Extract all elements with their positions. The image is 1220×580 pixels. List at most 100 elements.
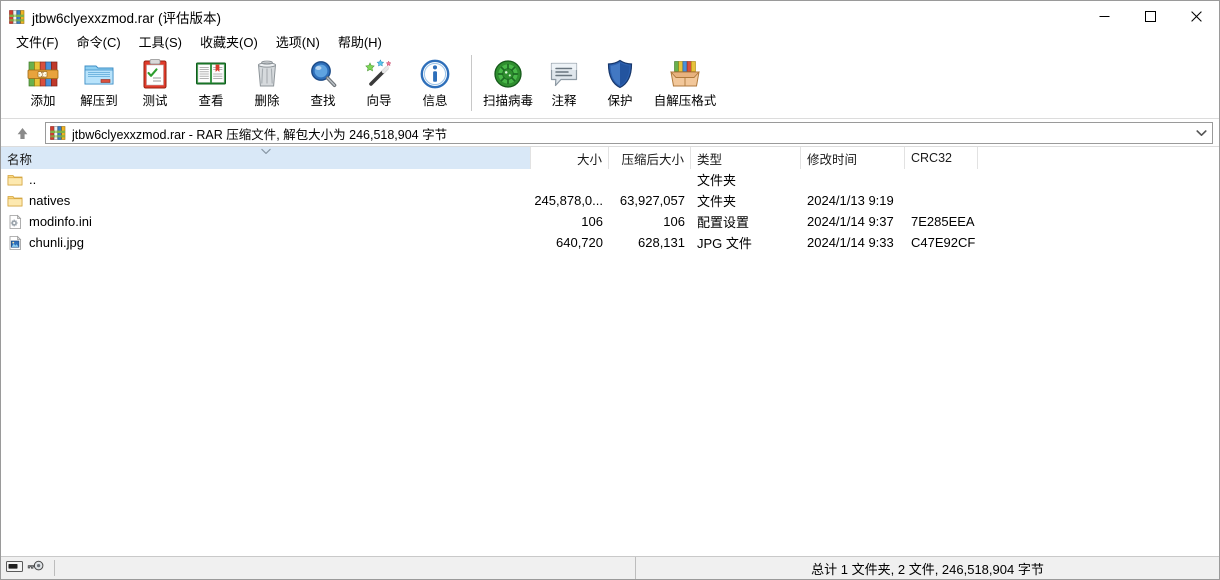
cell-modified: 2024/1/14 9:37	[807, 214, 894, 229]
column-header-name[interactable]: 名称	[1, 147, 531, 169]
toolbar-button-add[interactable]: ·∑· 添加	[15, 53, 71, 115]
table-row[interactable]: chunli.jpg 640,720 628,131 JPG 文件 2024/1…	[1, 232, 1219, 253]
status-summary-text: 总计 1 文件夹, 2 文件, 246,518,904 字节	[811, 561, 1044, 577]
status-bar: 总计 1 文件夹, 2 文件, 246,518,904 字节	[1, 556, 1219, 579]
comment-icon	[547, 57, 581, 91]
up-arrow-icon	[17, 127, 27, 139]
column-header-packed-size[interactable]: 压缩后大小	[609, 147, 691, 169]
toolbar-button-protect[interactable]: 保护	[592, 53, 648, 115]
status-icons	[1, 559, 55, 577]
toolbar-label-find: 查找	[310, 94, 336, 108]
up-one-level-button[interactable]	[9, 121, 35, 145]
cell-type: 配置设置	[697, 215, 750, 230]
winrar-window: jtbw6clyexxzmod.rar (评估版本) 文件(F) 命令(C) 工…	[0, 0, 1220, 580]
cell-modified: 2024/1/13 9:19	[807, 193, 894, 208]
toolbar-label-info: 信息	[422, 94, 448, 108]
cell-size: 245,878,0...	[534, 193, 603, 208]
toolbar-button-info[interactable]: 信息	[407, 53, 463, 115]
title-bar: jtbw6clyexxzmod.rar (评估版本)	[1, 1, 1219, 32]
toolbar-label-wizard: 向导	[366, 94, 392, 108]
menu-commands[interactable]: 命令(C)	[68, 33, 130, 53]
menu-favorites[interactable]: 收藏夹(O)	[191, 33, 267, 53]
cell-name: chunli.jpg	[1, 235, 531, 251]
protect-shield-icon	[603, 57, 637, 91]
toolbar-label-comment: 注释	[551, 94, 577, 108]
winrar-books-icon	[50, 125, 66, 141]
disk-status-icon[interactable]	[6, 560, 23, 576]
toolbar-label-test: 测试	[142, 94, 168, 108]
find-magnifier-icon	[306, 57, 340, 91]
folder-icon	[7, 172, 23, 188]
file-list: 名称 大小 压缩后大小 类型 修改时间 CRC32 .. 文件夹 natives…	[1, 147, 1219, 556]
menu-help[interactable]: 帮助(H)	[329, 33, 391, 53]
cell-size: 106	[581, 214, 603, 229]
info-icon	[418, 57, 452, 91]
table-row[interactable]: natives 245,878,0... 63,927,057 文件夹 2024…	[1, 190, 1219, 211]
toolbar-button-extract-to[interactable]: 解压到	[71, 53, 127, 115]
toolbar-separator	[471, 55, 472, 111]
toolbar-button-virus-scan[interactable]: 扫描病毒	[480, 53, 536, 115]
cell-name-text: natives	[29, 193, 71, 208]
toolbar-label-delete: 删除	[254, 94, 280, 108]
toolbar-button-find[interactable]: 查找	[295, 53, 351, 115]
column-header-name-label: 名称	[7, 152, 33, 167]
maximize-icon	[1144, 11, 1156, 22]
view-book-icon	[194, 57, 228, 91]
menu-file[interactable]: 文件(F)	[7, 33, 68, 53]
address-bar: jtbw6clyexxzmod.rar - RAR 压缩文件, 解包大小为 24…	[1, 119, 1219, 147]
maximize-button[interactable]	[1127, 1, 1173, 32]
toolbar-button-sfx[interactable]: 自解压格式	[648, 53, 722, 115]
column-header-type[interactable]: 类型	[691, 147, 801, 169]
minimize-icon	[1099, 16, 1109, 17]
ini-file-icon	[7, 214, 23, 230]
file-list-header: 名称 大小 压缩后大小 类型 修改时间 CRC32	[1, 147, 1219, 170]
cell-name-text: modinfo.ini	[29, 214, 92, 229]
cell-packed-size: 106	[663, 214, 685, 229]
folder-icon	[7, 193, 23, 209]
toolbar-label-add: 添加	[30, 94, 56, 108]
cell-type: 文件夹	[697, 194, 737, 209]
toolbar: ·∑· 添加 解压到 测试 查看 删除 查找 向导 信息 扫描病毒 注释 保护 …	[1, 53, 1219, 119]
column-header-crc32[interactable]: CRC32	[905, 147, 978, 169]
key-status-icon[interactable]	[27, 560, 44, 576]
minimize-button[interactable]	[1081, 1, 1127, 32]
menu-bar: 文件(F) 命令(C) 工具(S) 收藏夹(O) 选项(N) 帮助(H)	[1, 32, 1219, 53]
cell-name-text: chunli.jpg	[29, 235, 84, 250]
cell-packed-size: 628,131	[638, 235, 685, 250]
table-row[interactable]: modinfo.ini 106 106 配置设置 2024/1/14 9:37 …	[1, 211, 1219, 232]
table-row[interactable]: .. 文件夹	[1, 169, 1219, 190]
cell-crc32: 7E285EEA	[911, 214, 975, 229]
toolbar-button-test[interactable]: 测试	[127, 53, 183, 115]
archive-path-text: jtbw6clyexxzmod.rar - RAR 压缩文件, 解包大小为 24…	[72, 127, 448, 142]
toolbar-label-sfx: 自解压格式	[653, 94, 717, 108]
cell-name: natives	[1, 193, 531, 209]
chevron-down-icon[interactable]	[1192, 123, 1210, 143]
extract-to-folder-icon	[82, 57, 116, 91]
image-file-icon	[7, 235, 23, 251]
toolbar-label-extract-to: 解压到	[80, 94, 118, 108]
file-list-rows: .. 文件夹 natives 245,878,0... 63,927,057 文…	[1, 169, 1219, 556]
test-clipboard-icon	[138, 57, 172, 91]
archive-path-field[interactable]: jtbw6clyexxzmod.rar - RAR 压缩文件, 解包大小为 24…	[45, 122, 1213, 144]
toolbar-button-comment[interactable]: 注释	[536, 53, 592, 115]
toolbar-button-wizard[interactable]: 向导	[351, 53, 407, 115]
column-header-size[interactable]: 大小	[531, 147, 609, 169]
cell-name-text: ..	[29, 172, 37, 187]
status-summary-panel: 总计 1 文件夹, 2 文件, 246,518,904 字节	[635, 557, 1219, 579]
close-button[interactable]	[1173, 1, 1219, 32]
column-header-modified[interactable]: 修改时间	[801, 147, 905, 169]
toolbar-label-protect: 保护	[607, 94, 633, 108]
toolbar-button-delete[interactable]: 删除	[239, 53, 295, 115]
toolbar-label-view: 查看	[198, 94, 224, 108]
delete-trash-icon	[250, 57, 284, 91]
cell-crc32: C47E92CF	[911, 235, 976, 250]
toolbar-button-view[interactable]: 查看	[183, 53, 239, 115]
toolbar-label-virus-scan: 扫描病毒	[482, 94, 533, 108]
menu-options[interactable]: 选项(N)	[267, 33, 329, 53]
menu-tools[interactable]: 工具(S)	[130, 33, 191, 53]
cell-packed-size: 63,927,057	[619, 193, 685, 208]
close-icon	[1190, 11, 1202, 22]
window-title: jtbw6clyexxzmod.rar (评估版本)	[32, 10, 222, 26]
status-divider	[54, 560, 55, 576]
window-controls	[1081, 1, 1219, 32]
